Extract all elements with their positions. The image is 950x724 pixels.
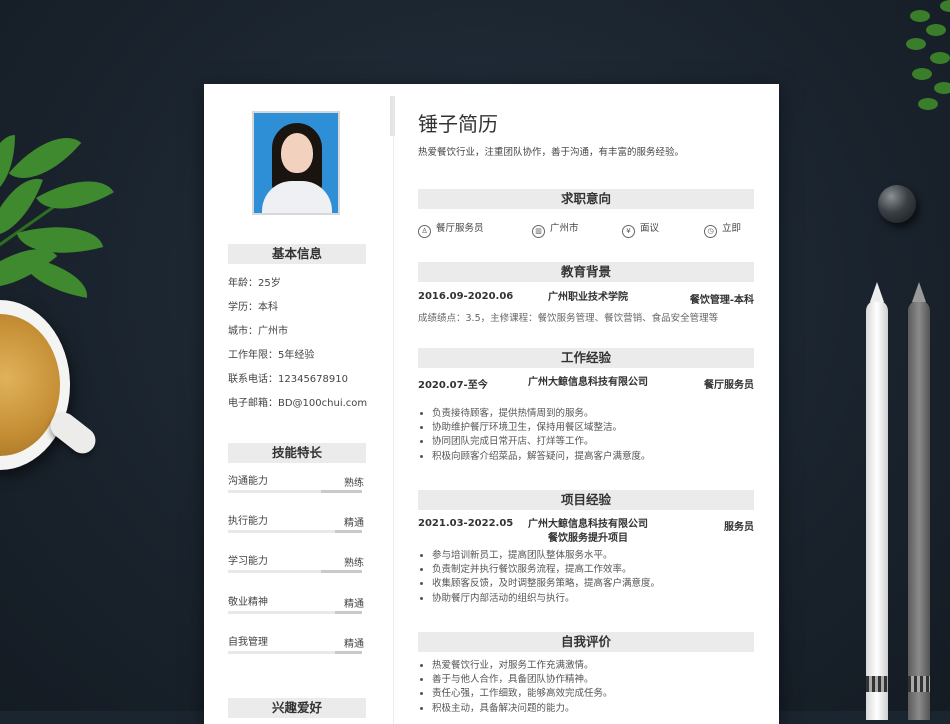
skills-heading: 技能特长 [228,443,366,463]
self-eval-bullets: 热爱餐饮行业，对服务工作充满激情。 善于与他人合作，具备团队协作精神。 责任心强… [418,659,754,716]
project-role: 服务员 [724,522,754,533]
list-item: 协助维护餐厅环境卫生，保持用餐区域整洁。 [432,421,754,435]
skill-level: 熟练 [344,478,364,489]
profile-photo [252,111,340,215]
list-item: 热爱餐饮行业，对服务工作充满激情。 [432,659,754,673]
clock-icon: ◷ [704,225,717,238]
project-heading: 项目经验 [418,490,754,510]
education-note: 成绩绩点：3.5，主修课程：餐饮服务管理、餐饮营销、食品安全管理等 [418,313,719,324]
list-item: 责任心强，工作细致，能够高效完成任务。 [432,687,754,701]
skill-name: 学习能力 [228,556,268,567]
work-heading: 工作经验 [418,348,754,368]
skill-name: 沟通能力 [228,476,268,487]
skill-bar [228,570,362,573]
skill-level: 精通 [344,599,364,610]
coffee-cup-decoration [0,300,101,470]
skill-name: 敬业精神 [228,597,268,608]
black-bead-decoration [878,185,916,223]
education-school: 广州职业技术学院 [548,292,628,303]
skill-name: 执行能力 [228,516,268,527]
skill-level: 精通 [344,518,364,529]
job-intent-heading: 求职意向 [418,189,754,209]
list-item: 积极主动，具备解决问题的能力。 [432,702,754,716]
info-age: 年龄：25岁 [228,278,281,289]
work-company: 广州大鲸信息科技有限公司 [528,377,648,388]
basic-info-heading: 基本信息 [228,244,366,264]
intent-salary: ¥ 面议 [622,220,659,238]
info-phone: 联系电话：12345678910 [228,374,348,385]
work-bullets: 负责接待顾客，提供热情周到的服务。 协助维护餐厅环境卫生，保持用餐区域整洁。 协… [418,407,754,464]
info-experience-years: 工作年限：5年经验 [228,350,315,361]
intent-city: ▥ 广州市 [532,220,579,238]
education-heading: 教育背景 [418,262,754,282]
skill-level: 熟练 [344,558,364,569]
skill-level: 精通 [344,639,364,650]
list-item: 负责接待顾客，提供热情周到的服务。 [432,407,754,421]
skill-bar [228,651,362,654]
column-divider [393,96,394,724]
top-right-plant-decoration [900,0,950,130]
self-eval-heading: 自我评价 [418,632,754,652]
skill-bar [228,611,362,614]
education-date: 2016.09-2020.06 [418,291,514,302]
education-major: 餐饮管理-本科 [689,295,754,306]
info-email: 电子邮箱：BD@100chui.com [228,398,368,409]
intent-position: ♙ 餐厅服务员 [418,220,484,238]
resume-page: 基本信息 年龄：25岁 学历：本科 城市：广州市 工作年限：5年经验 联系电话：… [204,84,779,724]
yuan-icon: ¥ [622,225,635,238]
hobbies-heading: 兴趣爱好 [228,698,366,718]
intent-availability: ◷ 立即 [704,220,741,238]
work-role: 餐厅服务员 [704,380,754,391]
info-education: 学历：本科 [228,302,278,313]
tie-icon: ♙ [418,225,431,238]
resume-sidebar: 基本信息 年龄：25岁 学历：本科 城市：广州市 工作年限：5年经验 联系电话：… [204,84,390,724]
building-icon: ▥ [532,225,545,238]
list-item: 协同团队完成日常开店、打烊等工作。 [432,435,754,449]
work-date: 2020.07-至今 [418,380,488,391]
list-item: 善于与他人合作，具备团队协作精神。 [432,673,754,687]
project-name: 广州大鲸信息科技有限公司餐饮服务提升项目 [528,519,648,544]
skill-bar [228,530,362,533]
project-bullets: 参与培训新员工，提高团队整体服务水平。 负责制定并执行餐饮服务流程，提高工作效率… [418,549,754,606]
list-item: 收集顾客反馈，及时调整服务策略，提高客户满意度。 [432,577,754,591]
grey-pen-decoration [908,282,930,720]
list-item: 负责制定并执行餐饮服务流程，提高工作效率。 [432,563,754,577]
skill-bar [228,490,362,493]
list-item: 协助餐厅内部活动的组织与执行。 [432,592,754,606]
list-item: 参与培训新员工，提高团队整体服务水平。 [432,549,754,563]
resume-title: 锤子简历 [418,112,498,136]
list-item: 积极向顾客介绍菜品，解答疑问，提高客户满意度。 [432,450,754,464]
skill-name: 自我管理 [228,637,268,648]
white-pen-decoration [866,282,888,720]
info-city: 城市：广州市 [228,326,288,337]
resume-intro: 热爱餐饮行业，注重团队协作，善于沟通，有丰富的服务经验。 [418,147,685,158]
project-date: 2021.03-2022.05 [418,518,514,529]
